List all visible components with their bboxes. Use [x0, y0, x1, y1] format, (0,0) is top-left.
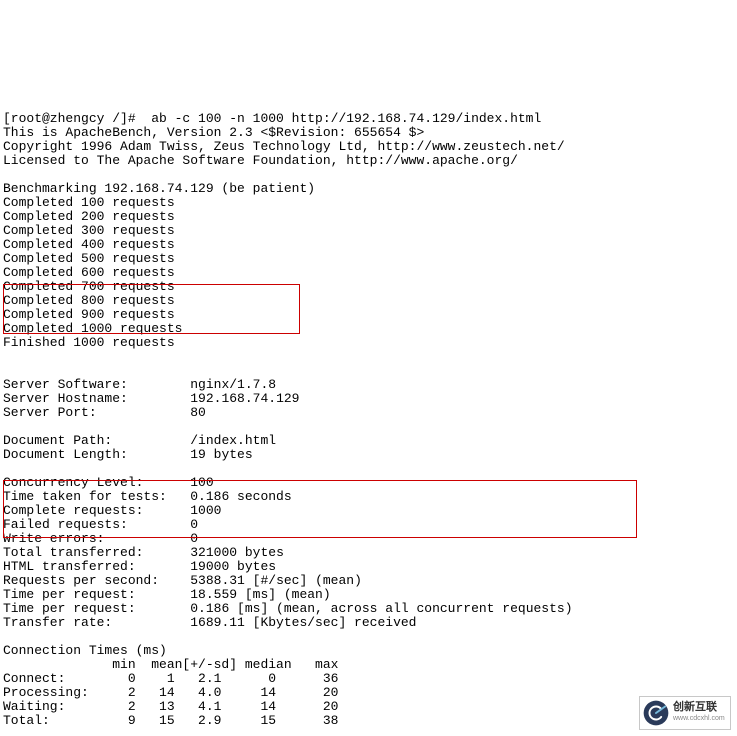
concurrency-value: 100	[190, 475, 213, 490]
conn-times-header: Connection Times (ms)	[3, 643, 167, 658]
completed-line: Completed 200 requests	[3, 209, 175, 224]
transfer-label: Transfer rate:	[3, 615, 112, 630]
rps-label: Requests per second:	[3, 573, 159, 588]
brand-logo: 创新互联 www.cdcxhl.com	[639, 696, 731, 730]
conn-connect-row: Connect: 0 1 2.1 0 36	[3, 671, 338, 686]
failed-req-label: Failed requests:	[3, 517, 128, 532]
document-path-value: /index.html	[190, 433, 276, 448]
total-trans-value: 321000 bytes	[190, 545, 284, 560]
complete-req-label: Complete requests:	[3, 503, 143, 518]
tpr2-value: 0.186 [ms] (mean, across all concurrent …	[190, 601, 572, 616]
write-err-value: 0	[190, 531, 198, 546]
benchmarking-line: Benchmarking 192.168.74.129 (be patient)	[3, 181, 315, 196]
concurrency-label: Concurrency Level:	[3, 475, 143, 490]
brand-name-en: www.cdcxhl.com	[673, 713, 725, 724]
completed-line: Completed 300 requests	[3, 223, 175, 238]
brand-name-cn: 创新互联	[673, 702, 725, 713]
conn-waiting-row: Waiting: 2 13 4.1 14 20	[3, 699, 338, 714]
completed-line: Completed 800 requests	[3, 293, 175, 308]
conn-total-row: Total: 9 15 2.9 15 38	[3, 713, 338, 728]
rps-value: 5388.31 [#/sec] (mean)	[190, 573, 362, 588]
tpr2-label: Time per request:	[3, 601, 136, 616]
tpr1-label: Time per request:	[3, 587, 136, 602]
tpr1-value: 18.559 [ms] (mean)	[190, 587, 330, 602]
intro-line-1: This is ApacheBench, Version 2.3 <$Revis…	[3, 125, 424, 140]
transfer-value: 1689.11 [Kbytes/sec] received	[190, 615, 416, 630]
completed-line: Completed 1000 requests	[3, 321, 182, 336]
server-software-label: Server Software:	[3, 377, 128, 392]
document-path-label: Document Path:	[3, 433, 112, 448]
document-length-value: 19 bytes	[190, 447, 252, 462]
conn-times-columns: min mean[+/-sd] median max	[3, 657, 338, 672]
write-err-label: Write errors:	[3, 531, 104, 546]
server-port-value: 80	[190, 405, 206, 420]
completed-line: Completed 600 requests	[3, 265, 175, 280]
completed-line: Completed 900 requests	[3, 307, 175, 322]
complete-req-value: 1000	[190, 503, 221, 518]
shell-prompt-line: [root@zhengcy /]# ab -c 100 -n 1000 http…	[3, 111, 541, 126]
server-port-label: Server Port:	[3, 405, 97, 420]
document-length-label: Document Length:	[3, 447, 128, 462]
total-trans-label: Total transferred:	[3, 545, 143, 560]
failed-req-value: 0	[190, 517, 198, 532]
html-trans-value: 19000 bytes	[190, 559, 276, 574]
completed-line: Completed 700 requests	[3, 279, 175, 294]
intro-line-2: Copyright 1996 Adam Twiss, Zeus Technolo…	[3, 139, 565, 154]
finished-line: Finished 1000 requests	[3, 335, 175, 350]
terminal-output: [root@zhengcy /]# ab -c 100 -n 1000 http…	[0, 98, 737, 736]
server-hostname-label: Server Hostname:	[3, 391, 128, 406]
server-hostname-value: 192.168.74.129	[190, 391, 299, 406]
conn-processing-row: Processing: 2 14 4.0 14 20	[3, 685, 338, 700]
time-taken-value: 0.186 seconds	[190, 489, 291, 504]
html-trans-label: HTML transferred:	[3, 559, 136, 574]
completed-line: Completed 400 requests	[3, 237, 175, 252]
completed-line: Completed 500 requests	[3, 251, 175, 266]
intro-line-3: Licensed to The Apache Software Foundati…	[3, 153, 518, 168]
server-software-value: nginx/1.7.8	[190, 377, 276, 392]
completed-line: Completed 100 requests	[3, 195, 175, 210]
time-taken-label: Time taken for tests:	[3, 489, 167, 504]
brand-logo-icon	[643, 700, 669, 726]
